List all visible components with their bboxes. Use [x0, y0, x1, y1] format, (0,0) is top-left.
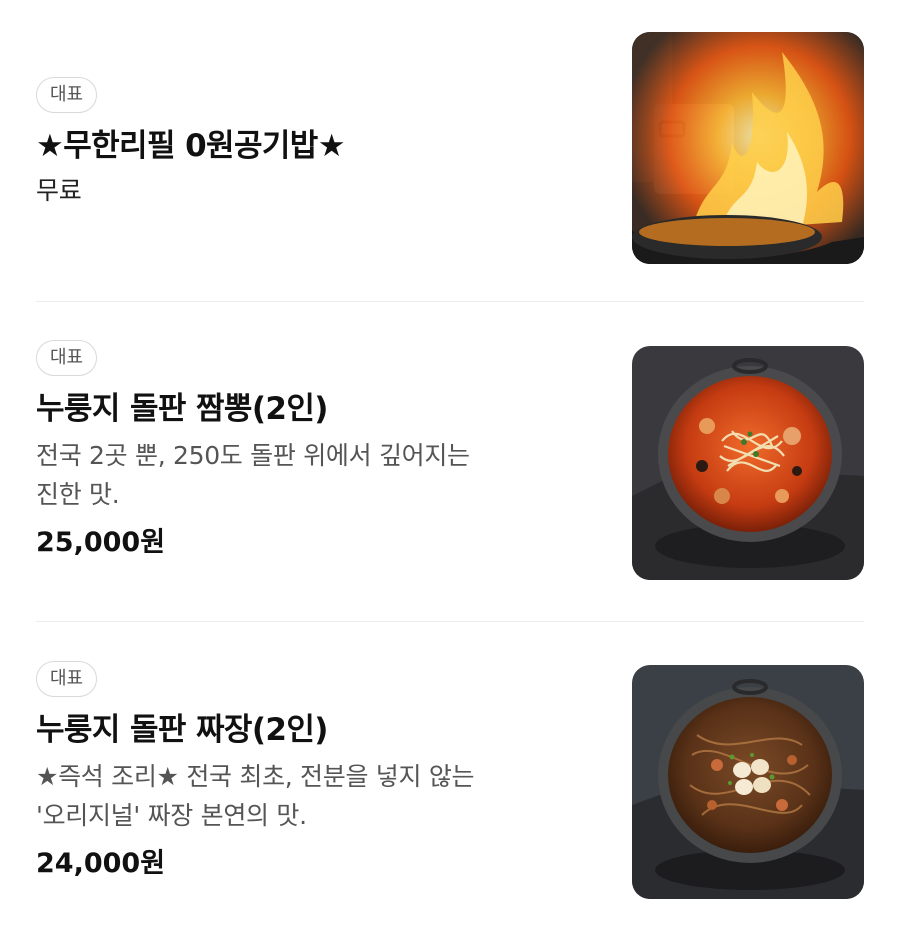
menu-item-image-jjamppong[interactable]	[632, 346, 864, 580]
menu-item-info: 대표 누룽지 돌판 짜장(2인) ★즉석 조리★ 전국 최초, 전분을 넣지 않…	[36, 661, 606, 881]
menu-item-name: 누룽지 돌판 짜장(2인)	[36, 712, 328, 748]
description-line: '오리지널' 짜장 본연의 맛.	[36, 801, 307, 830]
signature-badge: 대표	[36, 77, 98, 113]
menu-item-description: 무료	[36, 176, 82, 205]
menu-item-jjajang[interactable]: 대표 누룽지 돌판 짜장(2인) ★즉석 조리★ 전국 최초, 전분을 넣지 않…	[0, 622, 900, 937]
menu-item-price: 25,000원	[36, 527, 166, 558]
signature-badge: 대표	[36, 661, 98, 697]
signature-badge: 대표	[36, 340, 98, 376]
menu-list: 대표 ★무한리필 0원공기밥★ 무료 대표 누룽지 돌판 짬뽕(2인) 전국 2…	[0, 0, 900, 937]
menu-item-name: ★무한리필 0원공기밥★	[36, 128, 346, 164]
menu-item-free-rice[interactable]: 대표 ★무한리필 0원공기밥★ 무료	[0, 0, 900, 302]
menu-item-name: 누룽지 돌판 짬뽕(2인)	[36, 391, 328, 427]
menu-item-description: 전국 2곳 뿐, 250도 돌판 위에서 깊어지는 진한 맛.	[36, 436, 606, 514]
menu-item-description: ★즉석 조리★ 전국 최초, 전분을 넣지 않는 '오리지널' 짜장 본연의 맛…	[36, 757, 606, 835]
menu-item-image-jjajang[interactable]	[632, 665, 864, 899]
menu-item-info: 대표 ★무한리필 0원공기밥★ 무료	[36, 77, 606, 210]
menu-item-image-flaming-wok[interactable]	[632, 32, 864, 264]
description-line: 전국 2곳 뿐, 250도 돌판 위에서 깊어지는	[36, 441, 470, 470]
menu-item-jjamppong[interactable]: 대표 누룽지 돌판 짬뽕(2인) 전국 2곳 뿐, 250도 돌판 위에서 깊어…	[0, 302, 900, 622]
description-line: 진한 맛.	[36, 480, 120, 509]
menu-item-price: 24,000원	[36, 848, 166, 879]
description-line: ★즉석 조리★ 전국 최초, 전분을 넣지 않는	[36, 762, 475, 791]
menu-item-info: 대표 누룽지 돌판 짬뽕(2인) 전국 2곳 뿐, 250도 돌판 위에서 깊어…	[36, 340, 606, 560]
